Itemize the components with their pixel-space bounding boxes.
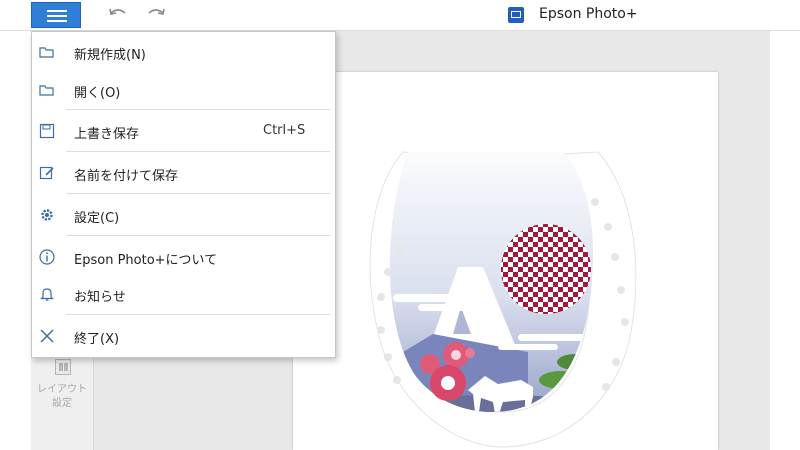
bell-icon bbox=[40, 288, 54, 301]
menu-item-new[interactable]: 新規作成(N) bbox=[32, 34, 335, 70]
menu-button[interactable] bbox=[31, 2, 81, 28]
app-icon bbox=[508, 7, 524, 23]
menu-separator bbox=[66, 235, 330, 236]
undo-icon[interactable] bbox=[107, 4, 129, 26]
save-icon bbox=[39, 123, 55, 139]
hamburger-icon-bar bbox=[47, 20, 67, 22]
menu-item-exit[interactable]: 終了(X) bbox=[32, 318, 335, 354]
menu-item-settings-label: 設定(C) bbox=[74, 211, 120, 226]
layout-icon bbox=[55, 359, 71, 375]
save-as-icon bbox=[39, 166, 54, 180]
redo-icon[interactable] bbox=[145, 4, 167, 26]
menu-item-save-shortcut: Ctrl+S bbox=[263, 123, 306, 138]
right-panel bbox=[770, 31, 800, 450]
menu-item-about-label: Epson Photo+について bbox=[74, 253, 218, 268]
menu-item-settings[interactable]: 設定(C) bbox=[32, 197, 335, 233]
menu-item-save-as[interactable]: 名前を付けて保存 bbox=[32, 155, 335, 191]
gear-icon bbox=[41, 209, 53, 221]
file-menu: 新規作成(N) 開く(O) 上書き保存 Ctrl+S 名前を付けて保存 設定(C… bbox=[31, 31, 336, 358]
horseshoe-new-year-card-image[interactable] bbox=[293, 72, 718, 450]
menu-separator bbox=[66, 109, 330, 110]
menu-item-open-label: 開く(O) bbox=[74, 86, 121, 101]
title-bar: Epson Photo+ bbox=[0, 0, 800, 31]
menu-item-save-label: 上書き保存 bbox=[74, 127, 140, 142]
menu-item-notifications[interactable]: お知らせ bbox=[32, 276, 335, 312]
info-icon bbox=[39, 249, 55, 265]
hamburger-icon-bar bbox=[47, 15, 67, 17]
menu-separator bbox=[66, 314, 330, 315]
layout-settings-label: レイアウト 設定 bbox=[37, 384, 87, 409]
folder-icon bbox=[39, 47, 54, 58]
app-title: Epson Photo+ bbox=[539, 6, 638, 22]
menu-separator bbox=[66, 151, 330, 152]
folder-open-icon bbox=[39, 85, 54, 96]
menu-item-save[interactable]: 上書き保存 Ctrl+S bbox=[32, 113, 335, 149]
menu-item-open[interactable]: 開く(O) bbox=[32, 72, 335, 108]
menu-item-new-label: 新規作成(N) bbox=[74, 48, 146, 63]
menu-item-exit-label: 終了(X) bbox=[74, 332, 120, 347]
menu-separator bbox=[66, 193, 330, 194]
menu-item-save-as-label: 名前を付けて保存 bbox=[74, 169, 179, 184]
layout-settings-button[interactable]: レイアウト 設定 bbox=[31, 357, 93, 417]
menu-item-notifications-label: お知らせ bbox=[74, 290, 126, 305]
menu-item-about[interactable]: Epson Photo+について bbox=[32, 239, 335, 275]
hamburger-icon bbox=[47, 10, 67, 12]
close-icon bbox=[40, 329, 54, 343]
